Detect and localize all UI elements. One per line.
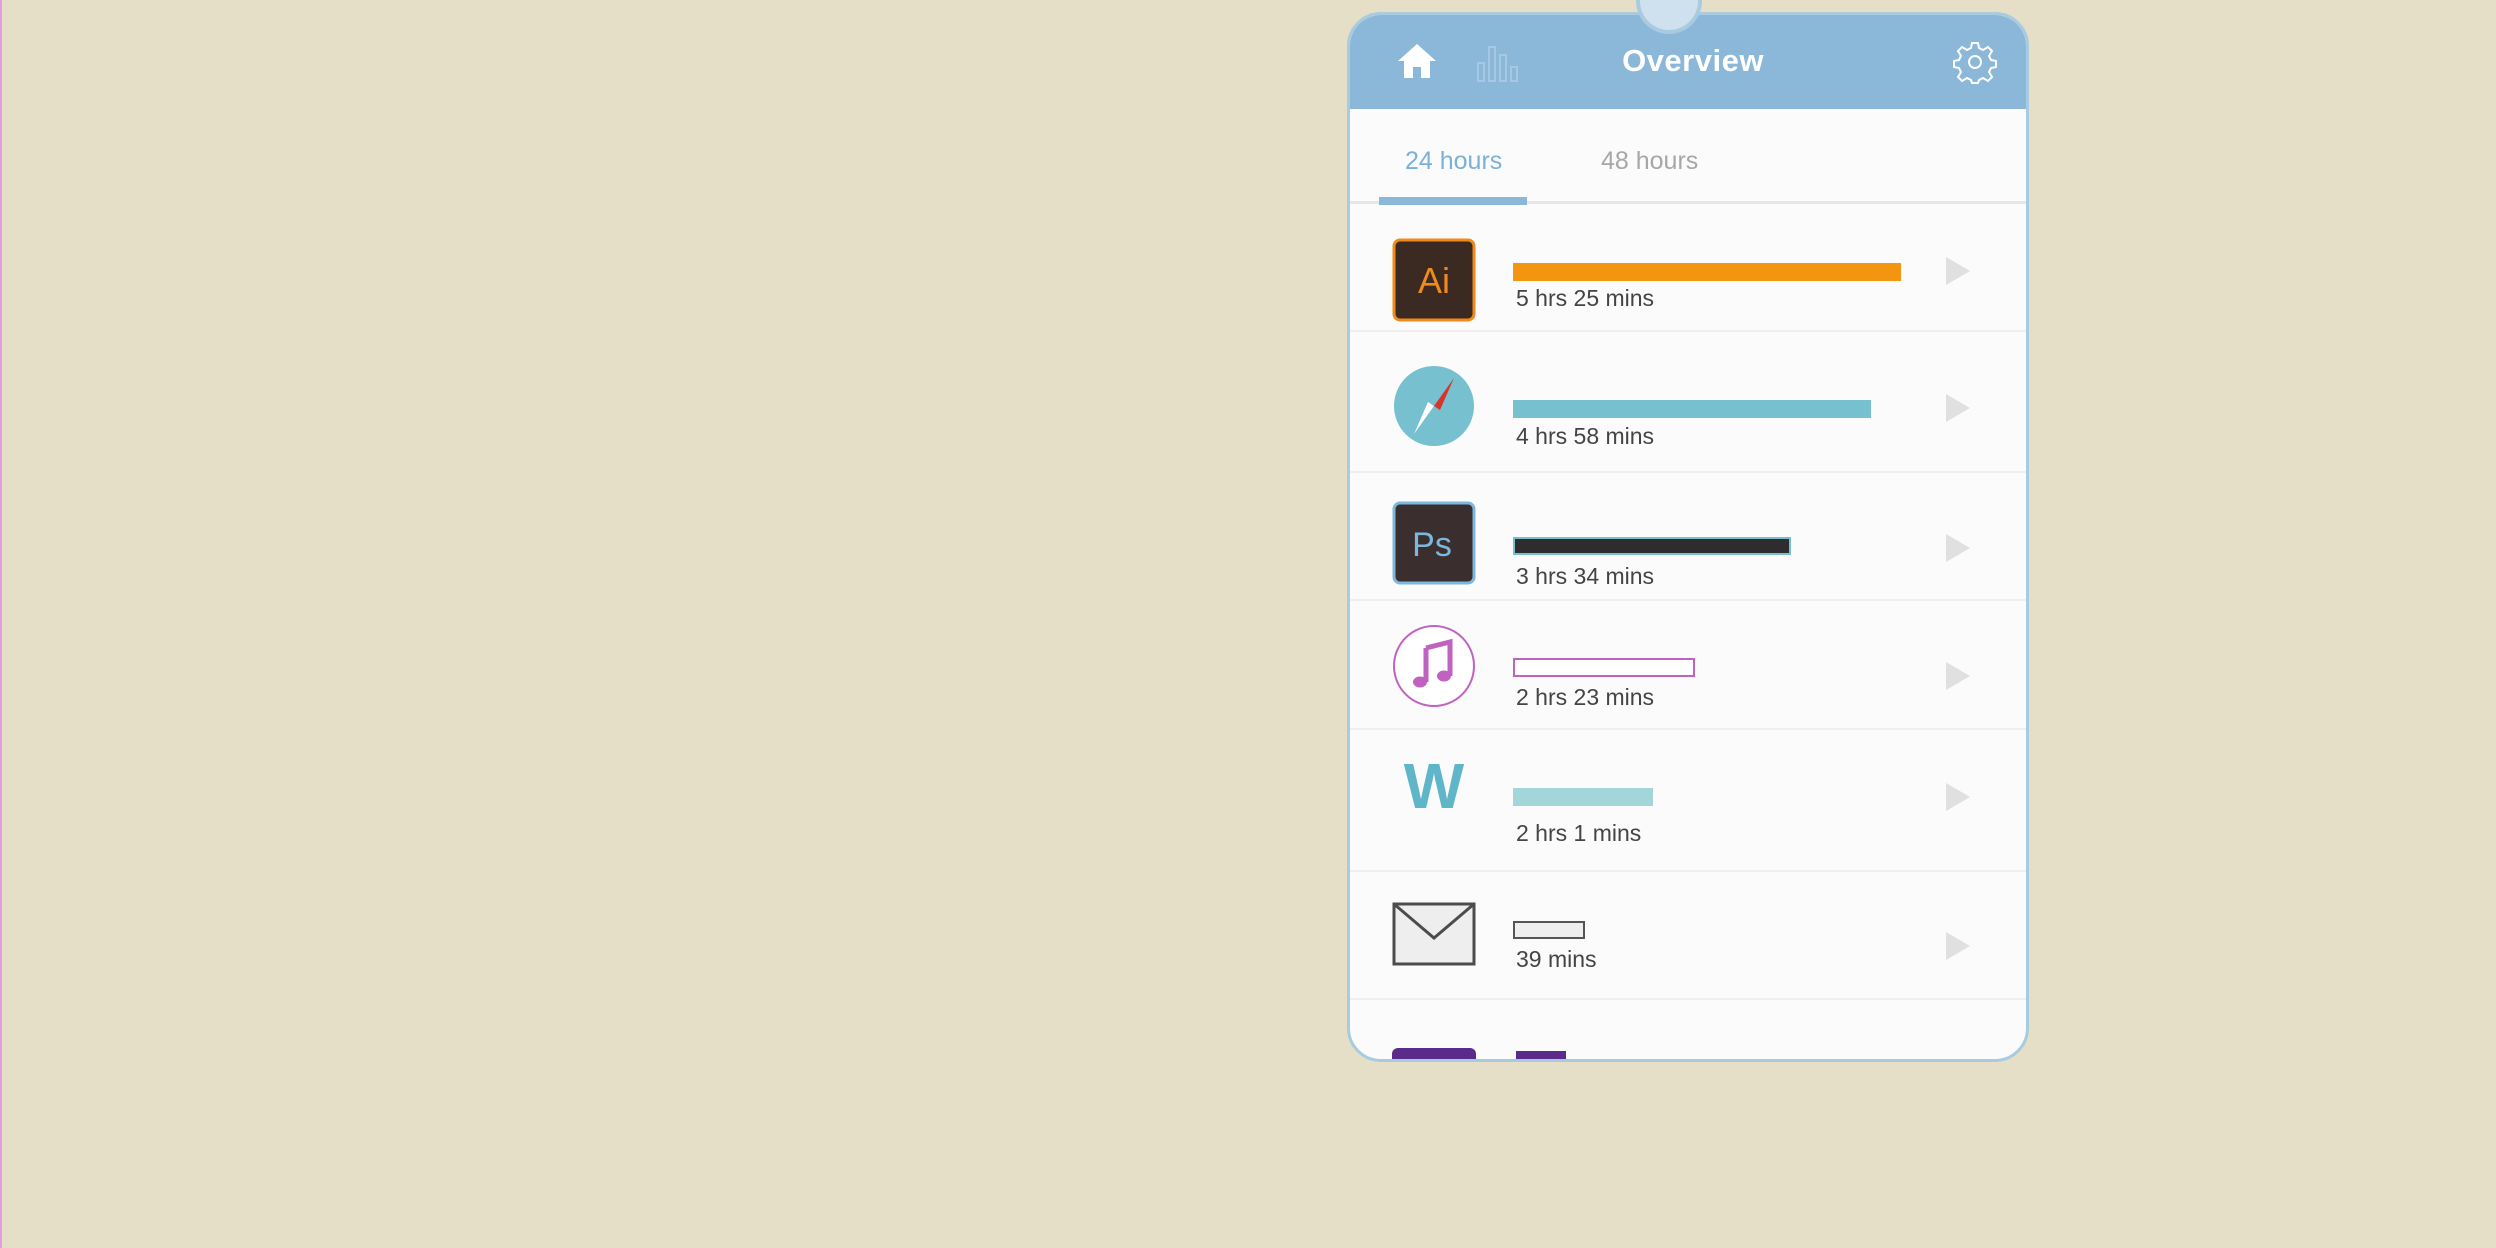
app-row-partial[interactable] (1350, 998, 2026, 1059)
tab-48-hours[interactable]: 48 hours (1601, 147, 1698, 176)
usage-bar (1516, 1051, 1566, 1059)
safari-compass-icon (1394, 366, 1474, 446)
usage-duration: 4 hrs 58 mins (1516, 423, 1655, 449)
play-arrow-icon[interactable] (1946, 662, 1970, 690)
app-row-mail[interactable]: 39 mins (1350, 870, 2026, 1000)
app-row-safari[interactable]: 4 hrs 58 mins (1350, 330, 2026, 473)
time-range-tabs: 24 hours 48 hours (1350, 109, 2026, 205)
left-edge-line (0, 0, 2, 1248)
usage-bar (1513, 658, 1695, 677)
app-row-photoshop[interactable]: Ps 3 hrs 34 mins (1350, 471, 2026, 601)
svg-text:W: W (1404, 750, 1465, 822)
app-row-word[interactable]: W 2 hrs 1 mins (1350, 728, 2026, 872)
usage-bar (1513, 788, 1653, 806)
usage-bar (1513, 921, 1585, 939)
usage-duration: 5 hrs 25 mins (1516, 285, 1655, 311)
play-arrow-icon[interactable] (1946, 394, 1970, 422)
play-arrow-icon[interactable] (1946, 932, 1970, 960)
overview-panel: Overview 24 hours 48 hours Ai 5 hrs 25 m… (1347, 12, 2029, 1062)
app-row-illustrator[interactable]: Ai 5 hrs 25 mins (1350, 204, 2026, 332)
play-arrow-icon[interactable] (1946, 783, 1970, 811)
play-arrow-icon[interactable] (1946, 534, 1970, 562)
usage-duration: 39 mins (1516, 946, 1597, 972)
usage-bar (1513, 537, 1791, 555)
play-arrow-icon[interactable] (1946, 257, 1970, 285)
usage-bar (1513, 400, 1871, 418)
usage-duration: 3 hrs 34 mins (1516, 563, 1655, 589)
svg-text:Ai: Ai (1418, 260, 1450, 301)
adobe-illustrator-icon: Ai (1392, 238, 1476, 322)
usage-duration: 2 hrs 1 mins (1516, 820, 1642, 846)
usage-duration: 2 hrs 23 mins (1516, 684, 1655, 710)
svg-text:Ps: Ps (1412, 526, 1452, 564)
partial-app-icon (1392, 1048, 1476, 1059)
gear-icon[interactable] (1953, 40, 1997, 84)
music-note-icon (1393, 625, 1475, 707)
header-bar: Overview (1350, 15, 2026, 109)
tab-24-hours[interactable]: 24 hours (1405, 147, 1502, 176)
page-title: Overview (1622, 43, 1764, 78)
app-row-music[interactable]: 2 hrs 23 mins (1350, 599, 2026, 730)
usage-bar (1513, 263, 1901, 281)
word-w-icon: W (1404, 750, 1465, 822)
adobe-photoshop-icon: Ps (1392, 501, 1476, 585)
mail-envelope-icon (1392, 902, 1476, 966)
